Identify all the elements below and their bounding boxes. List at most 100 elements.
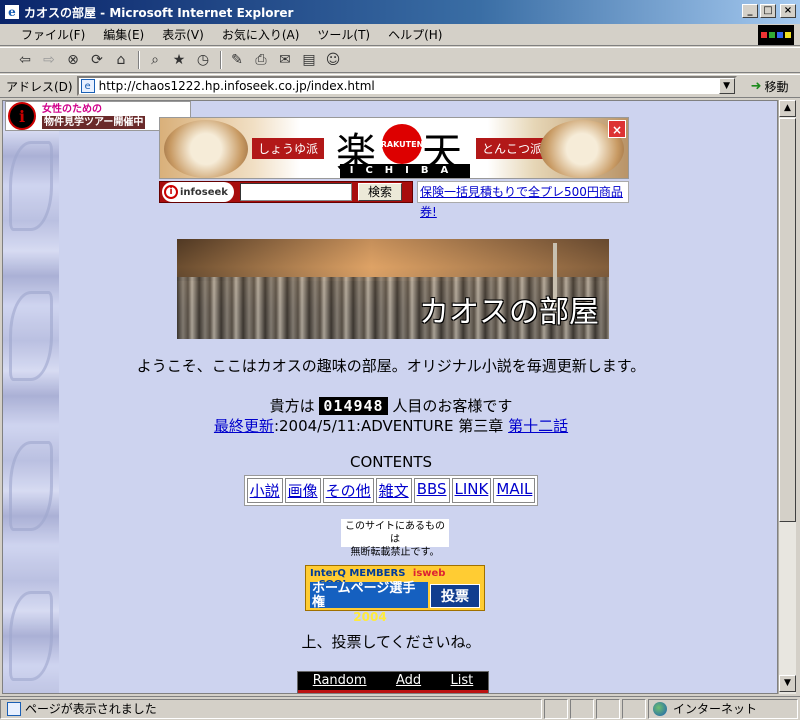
messenger-icon[interactable]: ☺	[322, 50, 344, 70]
infoseek-logo-text: infoseek	[180, 186, 228, 198]
mail-icon[interactable]: ✉	[274, 50, 296, 70]
webring-list[interactable]: List	[451, 672, 474, 690]
webring-random[interactable]: Random	[313, 672, 367, 690]
scroll-down-icon[interactable]: ▼	[779, 675, 796, 692]
webring-add[interactable]: Add	[396, 672, 421, 690]
windows-logo-icon	[758, 25, 794, 45]
chapter-link[interactable]: 第十二話	[508, 417, 568, 435]
minimize-button[interactable]: _	[742, 4, 758, 18]
webring-box: Random Add List	[297, 671, 489, 693]
window-controls: _ □ ×	[742, 4, 796, 18]
welcome-text: ようこそ、ここはカオスの趣味の部屋。オリジナル小説を毎週更新します。	[136, 357, 646, 375]
copyright-line1: このサイトにあるものは	[345, 521, 445, 545]
vote-title: ホームページ選手権	[312, 581, 416, 610]
vote-banner[interactable]: InterQ MEMBERS isweb COOL ホームページ選手権 2004…	[305, 565, 485, 624]
home-icon[interactable]: ⌂	[110, 50, 132, 70]
favorites-icon[interactable]: ★	[168, 50, 190, 70]
nav-mail[interactable]: MAIL	[493, 478, 536, 503]
globe-icon	[653, 701, 667, 716]
nav-images[interactable]: 画像	[284, 478, 321, 503]
back-arrow-icon[interactable]: ⇦	[14, 50, 36, 70]
zone-text: インターネット	[673, 702, 758, 716]
menu-edit[interactable]: 編集(E)	[94, 24, 153, 45]
infoseek-search-button[interactable]: 検索	[358, 183, 402, 201]
ramen-bowl-left	[164, 120, 248, 178]
address-bar: アドレス(D) e http://chaos1222.hp.infoseek.c…	[0, 74, 800, 98]
status-cell-empty	[544, 698, 568, 719]
page-icon[interactable]: ▤	[298, 50, 320, 70]
menu-tools[interactable]: ツール(T)	[308, 24, 379, 45]
vote-sponsor-isweb: isweb	[412, 568, 446, 579]
ad-line2: 物件見学ツアー開催中	[42, 116, 146, 129]
ad-close-button[interactable]: ×	[608, 120, 626, 138]
last-update-link[interactable]: 最終更新	[214, 417, 274, 435]
address-dropdown-icon[interactable]: ▼	[718, 78, 735, 94]
edit-icon[interactable]: ✎	[226, 50, 248, 70]
ad-tag-shoyu[interactable]: しょうゆ派	[252, 138, 325, 159]
copyright-line2: 無断転載禁止です。	[350, 547, 440, 558]
ad-tag-tonkotsu[interactable]: とんこつ派	[476, 138, 549, 159]
nav-bbs[interactable]: BBS	[413, 478, 450, 503]
contents-heading: CONTENTS	[349, 453, 433, 471]
ad-line1: 女性のための	[42, 104, 102, 115]
copyright-notice: このサイトにあるものは 無断転載禁止です。	[341, 519, 449, 558]
toolbar-separator	[138, 51, 140, 69]
page-done-icon	[7, 701, 21, 716]
infoseek-i-icon: i	[164, 185, 178, 199]
window-title: カオスの部屋 - Microsoft Internet Explorer	[24, 5, 294, 20]
go-label: 移動	[764, 79, 789, 94]
vote-button[interactable]: 投票	[430, 584, 480, 608]
webring-red-bar	[298, 690, 488, 693]
insurance-ad-link[interactable]: 保険一括見積もりで全プレ500円商品券!	[417, 181, 629, 219]
nav-link[interactable]: LINK	[451, 478, 492, 503]
nav-essays[interactable]: 雑文	[375, 478, 412, 503]
status-bar: ページが表示されました インターネット	[0, 696, 800, 720]
visitors-suffix: 人目のお客様です	[392, 397, 513, 415]
toolbar: ⇦ ⇨ ⊗ ⟳ ⌂ ⌕ ★ ◷ ✎ ⎙ ✉ ▤ ☺	[0, 47, 800, 73]
nav-other[interactable]: その他	[322, 478, 374, 503]
rakuten-ichiba: ICHIBA	[340, 164, 470, 178]
infoseek-search-input[interactable]	[240, 183, 352, 201]
nav-box: 小説 画像 その他 雑文 BBS LINK MAIL	[243, 475, 539, 506]
dragon-ornament	[9, 141, 53, 231]
stop-icon[interactable]: ⊗	[62, 50, 84, 70]
infoseek-logo: i infoseek	[162, 182, 234, 202]
forward-arrow-icon[interactable]: ⇨	[38, 50, 60, 70]
vote-request-text: 上、投票してくださいね。	[301, 633, 481, 651]
status-text: ページが表示されました	[25, 702, 157, 716]
security-zone: インターネット	[648, 698, 798, 719]
close-button[interactable]: ×	[780, 4, 796, 18]
last-update-line: 最終更新:2004/5/11:ADVENTURE 第三章 第十二話	[3, 415, 777, 436]
webring-links: Random Add List	[298, 672, 488, 690]
address-label: アドレス(D)	[6, 79, 73, 94]
infoseek-search-bar: i infoseek 検索	[159, 181, 413, 203]
menu-bar: ファイル(F) 編集(E) 表示(V) お気に入り(A) ツール(T) ヘルプ(…	[0, 24, 800, 46]
menu-view[interactable]: 表示(V)	[153, 24, 213, 45]
status-cell-empty	[622, 698, 646, 719]
rakuten-ad-banner[interactable]: しょうゆ派 楽 RAKUTEN 天 ICHIBA とんこつ派 ×	[159, 117, 629, 179]
nav-novel[interactable]: 小説	[246, 478, 283, 503]
site-title: カオスの部屋	[419, 295, 599, 330]
menu-help[interactable]: ヘルプ(H)	[379, 24, 451, 45]
rakuten-logo-circle: RAKUTEN	[381, 124, 423, 164]
menu-file[interactable]: ファイル(F)	[12, 24, 94, 45]
status-message: ページが表示されました	[0, 698, 542, 719]
scroll-up-icon[interactable]: ▲	[779, 100, 796, 117]
visitor-counter: 014948	[319, 397, 388, 415]
go-button[interactable]: ➜ 移動	[751, 78, 789, 95]
address-input[interactable]: e http://chaos1222.hp.infoseek.co.jp/ind…	[76, 76, 737, 96]
address-url: http://chaos1222.hp.infoseek.co.jp/index…	[98, 79, 375, 93]
toolbar-separator	[220, 51, 222, 69]
title-bar: e カオスの部屋 - Microsoft Internet Explorer _…	[0, 0, 800, 24]
hero-sky	[177, 239, 609, 281]
vertical-scrollbar[interactable]: ▲ ▼	[778, 100, 796, 694]
scroll-thumb[interactable]	[779, 118, 796, 522]
history-icon[interactable]: ◷	[192, 50, 214, 70]
search-icon[interactable]: ⌕	[144, 50, 166, 70]
print-icon[interactable]: ⎙	[250, 50, 272, 70]
refresh-icon[interactable]: ⟳	[86, 50, 108, 70]
contents-nav: 小説 画像 その他 雑文 BBS LINK MAIL	[3, 475, 777, 506]
vote-year: 2004	[353, 610, 387, 624]
maximize-button[interactable]: □	[760, 4, 776, 18]
menu-favorites[interactable]: お気に入り(A)	[213, 24, 309, 45]
